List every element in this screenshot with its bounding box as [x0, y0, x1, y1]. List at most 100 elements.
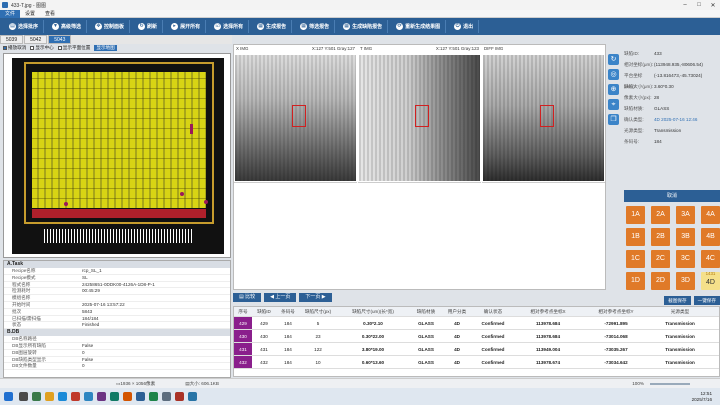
- app-icon-gray[interactable]: [162, 392, 171, 401]
- start-icon[interactable]: [4, 392, 13, 401]
- app-icon-orange[interactable]: [123, 392, 132, 401]
- cancel-confirm-button[interactable]: 取消: [624, 190, 720, 202]
- checkbox-icon: [30, 46, 35, 50]
- save-screenshot-button[interactable]: 截图保存: [664, 296, 691, 305]
- zoom-icon[interactable]: ⊕: [608, 84, 619, 95]
- control-panel-button[interactable]: ✥ 控制面板: [90, 20, 131, 33]
- minimize-icon[interactable]: –: [678, 2, 692, 9]
- save-all-button[interactable]: 一键保存: [693, 296, 720, 305]
- menu-settings[interactable]: 设置: [20, 10, 40, 17]
- class-button-1c[interactable]: 1C: [626, 250, 645, 268]
- die-layout: [24, 62, 214, 224]
- class-button-1a[interactable]: 1A: [626, 206, 645, 224]
- filter-report-icon: ▦: [300, 23, 308, 30]
- app-icon-sheet[interactable]: [149, 392, 158, 401]
- tab-5043[interactable]: 5043: [48, 35, 72, 44]
- class-button-3b[interactable]: 3B: [676, 228, 695, 246]
- app-icon-word[interactable]: [188, 392, 197, 401]
- edge-icon[interactable]: [58, 392, 67, 401]
- class-button-1d[interactable]: 1D: [626, 272, 645, 290]
- prop-row: 模组名称: [4, 295, 230, 302]
- tab-5039[interactable]: 5039: [0, 35, 24, 44]
- class-button-3a[interactable]: 3A: [676, 206, 695, 224]
- copy-icon[interactable]: ❐: [608, 114, 619, 125]
- t-image[interactable]: [359, 55, 480, 181]
- center-checkbox[interactable]: 显示中心: [30, 45, 54, 51]
- table-row[interactable]: 431 431 184 122 3.80*19.00 GLASS 4D Conf…: [234, 343, 719, 356]
- class-button-2d[interactable]: 2D: [651, 272, 670, 290]
- measure-icon[interactable]: ⌖: [608, 99, 619, 110]
- compare-button[interactable]: ▤ 比较: [233, 293, 262, 302]
- show-map-button[interactable]: 显示地图: [94, 45, 117, 51]
- zoom-checkbox[interactable]: 播放取消: [3, 45, 26, 51]
- app-icon-red[interactable]: [71, 392, 80, 401]
- next-page-button[interactable]: 下一页 ▶: [299, 293, 332, 302]
- class-button-1b[interactable]: 1B: [626, 228, 645, 246]
- diff-image[interactable]: [483, 55, 604, 181]
- barcode-strip: [44, 229, 194, 243]
- system-clock[interactable]: 12:51 2025/7/16: [692, 391, 712, 403]
- fit-icon[interactable]: ◎: [608, 69, 619, 80]
- rotate-icon[interactable]: ↻: [608, 54, 619, 65]
- app-icon-viewer[interactable]: [136, 392, 145, 401]
- class-button-2b[interactable]: 2B: [651, 228, 670, 246]
- defect-marker[interactable]: [180, 192, 184, 196]
- x-image[interactable]: [235, 55, 356, 181]
- prop-row: 已扫描/需扫描 184/184: [4, 316, 230, 323]
- zoom-level[interactable]: 100%: [632, 381, 644, 386]
- section-a-task[interactable]: A.Task: [4, 261, 230, 268]
- filter-report-button[interactable]: ▦ 筛选报告: [295, 20, 336, 33]
- prop-row: Recipe名称 rcp_SL_1: [4, 268, 230, 275]
- regen-icon: ⟳: [396, 23, 404, 30]
- refresh-button[interactable]: ↻ 刷新: [133, 20, 164, 33]
- select-all-button[interactable]: ☑ 选择所有: [209, 20, 250, 33]
- regenerate-result-button[interactable]: ⟳ 重新生成结果图: [391, 20, 447, 33]
- taskview-icon[interactable]: [32, 392, 41, 401]
- save-buttons: 截图保存 一键保存: [608, 296, 720, 306]
- select-batch-button[interactable]: ▤ 选择批序: [4, 20, 45, 33]
- app-icon-blue[interactable]: [84, 392, 93, 401]
- menu-bar: 文件 设置 查看: [0, 9, 720, 18]
- app-icon-green[interactable]: [110, 392, 119, 401]
- prev-page-button[interactable]: ◀ 上一页: [264, 293, 297, 302]
- tab-5042[interactable]: 5042: [24, 35, 48, 44]
- search-icon[interactable]: [19, 392, 28, 401]
- wafer-map[interactable]: [3, 53, 231, 258]
- status-bar: ▭ 1936 × 1056像素 ▤ 大小: 606.1KB 100%: [0, 378, 720, 388]
- explorer-icon[interactable]: [45, 392, 54, 401]
- x-image-coords: X:127 Y:501 Gray:127: [311, 46, 355, 51]
- generate-report-button[interactable]: ▦ 生成报告: [252, 20, 293, 33]
- defect-marker[interactable]: [64, 202, 68, 206]
- info-row: 缺陷ID: 433: [624, 51, 662, 56]
- advanced-filter-button[interactable]: ▼ 高级筛选: [47, 20, 88, 33]
- class-button-4b[interactable]: 4B: [701, 228, 720, 246]
- app-icon-purple[interactable]: [97, 392, 106, 401]
- defect-marker[interactable]: [204, 200, 208, 204]
- class-button-2c[interactable]: 2C: [651, 250, 670, 268]
- class-button-4c[interactable]: 4C: [701, 250, 720, 268]
- class-button-3d[interactable]: 3D: [676, 272, 695, 290]
- class-button-4a[interactable]: 4A: [701, 206, 720, 224]
- table-row[interactable]: 430 430 184 23 0.30*22.00 GLASS 4D Confi…: [234, 330, 719, 343]
- class-button-4d[interactable]: 1431 4D: [701, 271, 720, 290]
- t-image-coords: X:127 Y:501 Gray:123: [435, 46, 479, 51]
- section-b-db[interactable]: B.DB: [4, 329, 230, 337]
- flat-position-checkbox[interactable]: 显示平面位置: [57, 45, 90, 51]
- expand-all-button[interactable]: ▸ 展开所有: [166, 20, 207, 33]
- filter-icon: ▼: [52, 23, 60, 30]
- table-row[interactable]: 429 429 184 5 0.30*2.10 GLASS 4D Confirm…: [234, 317, 719, 330]
- app-icon-maroon[interactable]: [175, 392, 184, 401]
- menu-file[interactable]: 文件: [0, 9, 21, 18]
- exit-button[interactable]: ⏻ 退出: [449, 20, 480, 33]
- defect-report-button[interactable]: ▦ 生成缺陷报告: [338, 20, 389, 33]
- prop-row: 程式名称 24258651-0DDK00-4126A-1D8-P-1: [4, 282, 230, 289]
- menu-view[interactable]: 查看: [40, 10, 60, 17]
- class-button-3c[interactable]: 3C: [676, 250, 695, 268]
- class-button-2a[interactable]: 2A: [651, 206, 670, 224]
- maximize-icon[interactable]: □: [692, 2, 706, 9]
- defect-marker[interactable]: [190, 124, 193, 134]
- prop-row: Recipe模式 SL: [4, 275, 230, 282]
- table-row[interactable]: 432 432 184 10 0.60*13.60 GLASS 4D Confi…: [234, 356, 719, 369]
- close-icon[interactable]: ✕: [706, 2, 720, 9]
- zoom-slider[interactable]: [650, 382, 690, 385]
